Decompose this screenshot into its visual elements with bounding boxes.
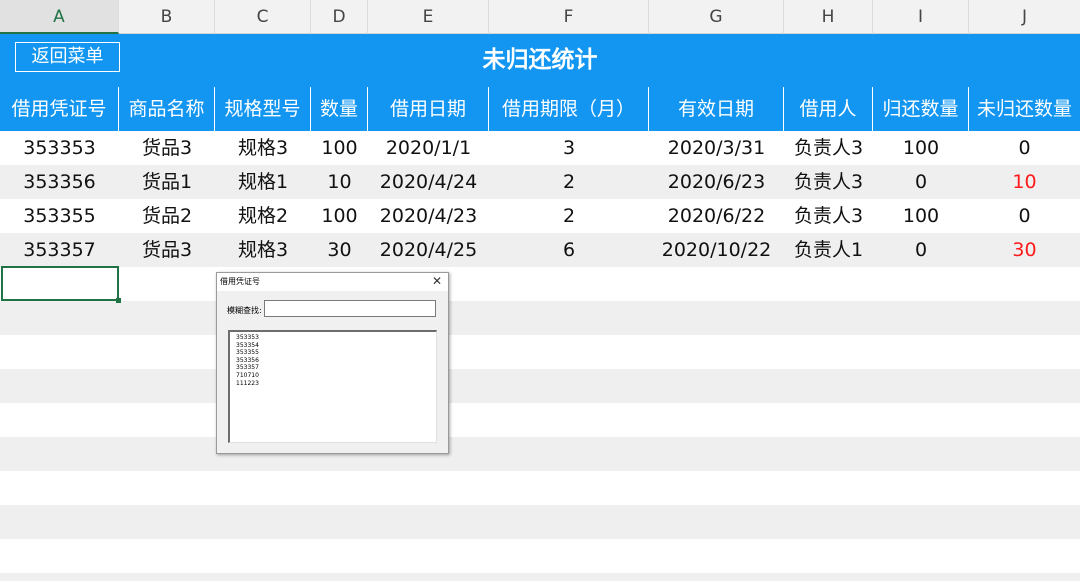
cell-product-name[interactable]: 货品2 xyxy=(119,199,215,233)
cell-borrow-date[interactable]: 2020/4/23 xyxy=(368,199,489,233)
header-voucher-number[interactable]: 借用凭证号 xyxy=(0,87,119,131)
cell-product-name[interactable]: 货品3 xyxy=(119,131,215,165)
cell-returned-qty[interactable]: 100 xyxy=(873,199,969,233)
table-row: 353356 货品1 规格1 10 2020/4/24 2 2020/6/23 … xyxy=(0,165,1080,199)
fuzzy-search-label: 模糊查找: xyxy=(227,306,262,315)
table-row: 353353 货品3 规格3 100 2020/1/1 3 2020/3/31 … xyxy=(0,131,1080,165)
row-band xyxy=(0,573,1080,581)
header-product-name[interactable]: 商品名称 xyxy=(119,87,215,131)
cell-returned-qty[interactable]: 0 xyxy=(873,165,969,199)
dialog-titlebar[interactable]: 借用凭证号 ✕ xyxy=(217,273,448,291)
cell-voucher-number[interactable]: 353355 xyxy=(0,199,119,233)
header-spec-model[interactable]: 规格型号 xyxy=(215,87,311,131)
header-valid-date[interactable]: 有效日期 xyxy=(649,87,784,131)
column-header-i[interactable]: I xyxy=(873,0,969,34)
header-unreturned-qty[interactable]: 未归还数量 xyxy=(969,87,1080,131)
header-borrow-date[interactable]: 借用日期 xyxy=(368,87,489,131)
cell-quantity[interactable]: 100 xyxy=(311,199,368,233)
sheet-title: 未归还统计 xyxy=(482,47,598,73)
column-header-h[interactable]: H xyxy=(784,0,873,34)
cell-borrow-date[interactable]: 2020/4/24 xyxy=(368,165,489,199)
cell-quantity[interactable]: 100 xyxy=(311,131,368,165)
cell-voucher-number[interactable]: 353357 xyxy=(0,233,119,267)
cell-spec-model[interactable]: 规格3 xyxy=(215,233,311,267)
cell-quantity[interactable]: 10 xyxy=(311,165,368,199)
column-header-j[interactable]: J xyxy=(969,0,1080,34)
header-quantity[interactable]: 数量 xyxy=(311,87,368,131)
cell-unreturned-qty[interactable]: 0 xyxy=(969,131,1080,165)
list-item[interactable]: 353354 xyxy=(236,342,436,350)
table-row: 353357 货品3 规格3 30 2020/4/25 6 2020/10/22… xyxy=(0,233,1080,267)
header-borrow-term[interactable]: 借用期限（月） xyxy=(489,87,649,131)
cell-borrower[interactable]: 负责人3 xyxy=(784,165,873,199)
list-item[interactable]: 353353 xyxy=(236,334,436,342)
cell-borrower[interactable]: 负责人3 xyxy=(784,199,873,233)
column-header-a[interactable]: A xyxy=(0,0,119,34)
cell-unreturned-qty[interactable]: 30 xyxy=(969,233,1080,267)
cell-returned-qty[interactable]: 100 xyxy=(873,131,969,165)
table-row: 353355 货品2 规格2 100 2020/4/23 2 2020/6/22… xyxy=(0,199,1080,233)
column-header-bar: A B C D E F G H I J xyxy=(0,0,1080,34)
row-band xyxy=(0,437,1080,471)
fill-handle[interactable] xyxy=(116,298,121,303)
cell-valid-date[interactable]: 2020/6/23 xyxy=(649,165,784,199)
cell-borrower[interactable]: 负责人1 xyxy=(784,233,873,267)
column-header-d[interactable]: D xyxy=(311,0,368,34)
fuzzy-search-input[interactable] xyxy=(264,300,436,317)
cell-returned-qty[interactable]: 0 xyxy=(873,233,969,267)
cell-spec-model[interactable]: 规格1 xyxy=(215,165,311,199)
cell-borrow-term[interactable]: 6 xyxy=(489,233,649,267)
row-band xyxy=(0,369,1080,403)
cell-valid-date[interactable]: 2020/10/22 xyxy=(649,233,784,267)
cell-quantity[interactable]: 30 xyxy=(311,233,368,267)
voucher-search-dialog: 借用凭证号 ✕ 模糊查找: 353353 353354 353355 35335… xyxy=(216,272,449,454)
voucher-listbox[interactable]: 353353 353354 353355 353356 353357 71071… xyxy=(228,330,437,443)
cell-borrow-date[interactable]: 2020/1/1 xyxy=(368,131,489,165)
title-banner: 未归还统计 返回菜单 xyxy=(0,34,1080,87)
cell-valid-date[interactable]: 2020/3/31 xyxy=(649,131,784,165)
column-header-b[interactable]: B xyxy=(119,0,215,34)
cell-borrower[interactable]: 负责人3 xyxy=(784,131,873,165)
list-item[interactable]: 353355 xyxy=(236,349,436,357)
column-header-c[interactable]: C xyxy=(215,0,311,34)
back-to-menu-button[interactable]: 返回菜单 xyxy=(15,42,120,72)
cell-borrow-date[interactable]: 2020/4/25 xyxy=(368,233,489,267)
cell-product-name[interactable]: 货品3 xyxy=(119,233,215,267)
list-item[interactable]: 710710 xyxy=(236,372,436,380)
cell-spec-model[interactable]: 规格3 xyxy=(215,131,311,165)
header-returned-qty[interactable]: 归还数量 xyxy=(873,87,969,131)
cell-unreturned-qty[interactable]: 0 xyxy=(969,199,1080,233)
dialog-title: 借用凭证号 xyxy=(220,277,260,286)
cell-voucher-number[interactable]: 353356 xyxy=(0,165,119,199)
cell-product-name[interactable]: 货品1 xyxy=(119,165,215,199)
column-header-f[interactable]: F xyxy=(489,0,649,34)
column-header-g[interactable]: G xyxy=(649,0,784,34)
close-icon[interactable]: ✕ xyxy=(430,274,444,288)
header-borrower[interactable]: 借用人 xyxy=(784,87,873,131)
column-header-e[interactable]: E xyxy=(368,0,489,34)
cell-voucher-number[interactable]: 353353 xyxy=(0,131,119,165)
cell-unreturned-qty[interactable]: 10 xyxy=(969,165,1080,199)
list-item[interactable]: 111223 xyxy=(236,380,436,388)
active-cell-selection[interactable] xyxy=(1,266,119,301)
cell-borrow-term[interactable]: 2 xyxy=(489,165,649,199)
cell-borrow-term[interactable]: 3 xyxy=(489,131,649,165)
row-band xyxy=(0,301,1080,335)
cell-valid-date[interactable]: 2020/6/22 xyxy=(649,199,784,233)
list-item[interactable]: 353356 xyxy=(236,357,436,365)
row-band xyxy=(0,505,1080,539)
list-item[interactable]: 353357 xyxy=(236,364,436,372)
cell-spec-model[interactable]: 规格2 xyxy=(215,199,311,233)
cell-borrow-term[interactable]: 2 xyxy=(489,199,649,233)
table-header-row: 借用凭证号 商品名称 规格型号 数量 借用日期 借用期限（月） 有效日期 借用人… xyxy=(0,87,1080,131)
